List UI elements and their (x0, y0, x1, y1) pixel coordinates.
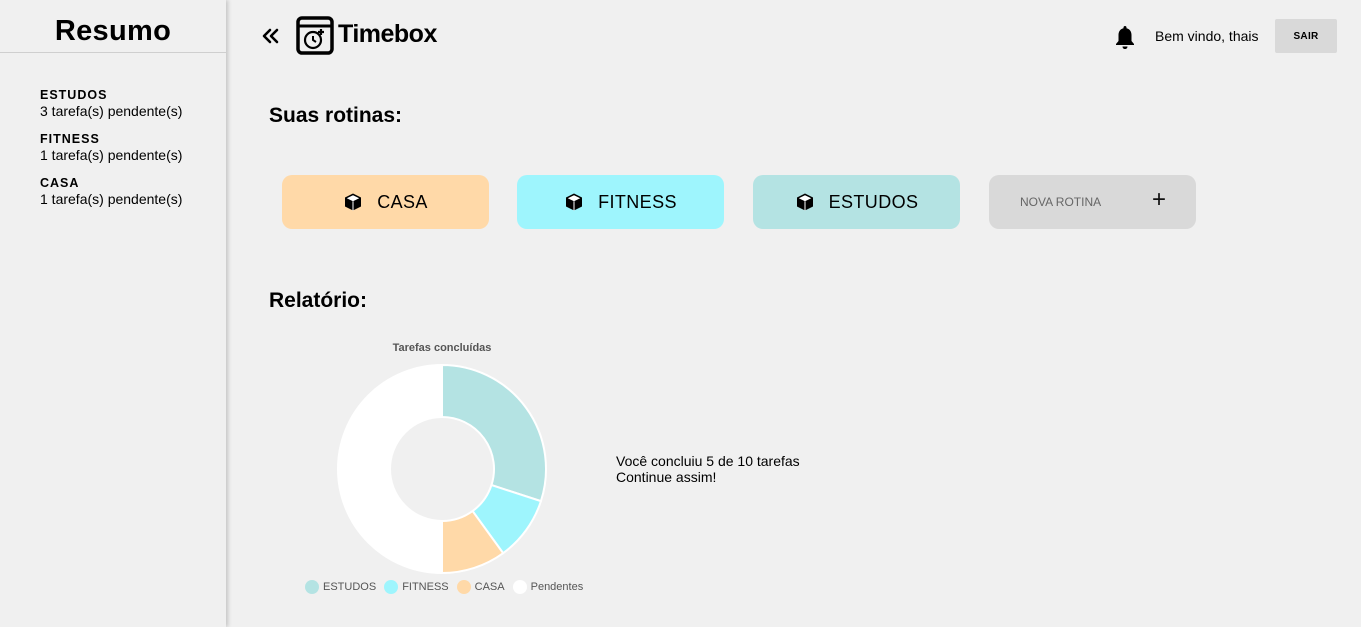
routine-card-estudos[interactable]: ESTUDOS (753, 175, 960, 229)
summary-item-count: 3 tarefa(s) pendente(s) (40, 103, 183, 119)
legend-item-fitness: FITNESS (384, 580, 449, 594)
legend-swatch (305, 580, 319, 594)
legend-label: ESTUDOS (323, 581, 377, 593)
sidebar-title: Resumo (0, 0, 226, 53)
legend-item-pendentes: Pendentes (512, 580, 584, 594)
summary-item-count: 1 tarefa(s) pendente(s) (40, 191, 183, 207)
plus-icon: + (1152, 186, 1167, 213)
collapse-sidebar-icon[interactable] (258, 24, 282, 48)
routine-label: FITNESS (598, 191, 677, 212)
legend-item-casa: CASA (456, 580, 505, 594)
routine-card-fitness[interactable]: FITNESS (517, 175, 724, 229)
new-routine-button[interactable]: NOVA ROTINA + (989, 175, 1196, 229)
report-summary-line1: Você concluiu 5 de 10 tarefas (616, 453, 800, 469)
donut-chart (337, 363, 547, 575)
legend-swatch (456, 580, 471, 594)
summary-item-count: 1 tarefa(s) pendente(s) (40, 147, 183, 163)
routines-title: Suas rotinas: (269, 104, 403, 127)
logout-button[interactable]: SAIR (1275, 19, 1337, 53)
routine-label: CASA (377, 191, 428, 212)
top-header: Timebox Bem vindo, thais SAIR (226, 0, 1361, 72)
summary-list: ESTUDOS 3 tarefa(s) pendente(s) FITNESS … (0, 53, 226, 207)
legend-swatch (384, 580, 399, 594)
summary-item-estudos: ESTUDOS 3 tarefa(s) pendente(s) (40, 88, 226, 119)
chart-title: Tarefas concluídas (392, 342, 492, 354)
chart-legend: ESTUDOS FITNESS CASA Pendentes (305, 580, 591, 594)
summary-item-name: FITNESS (40, 132, 100, 146)
summary-item-name: CASA (40, 176, 80, 190)
cube-icon (566, 193, 583, 211)
routine-card-casa[interactable]: CASA (282, 175, 489, 229)
slice-pendentes (337, 363, 443, 575)
report-title: Relatório: (269, 289, 368, 312)
cube-icon (345, 193, 362, 211)
summary-item-fitness: FITNESS 1 tarefa(s) pendente(s) (40, 132, 226, 163)
summary-item-name: ESTUDOS (40, 88, 108, 102)
legend-label: CASA (474, 581, 505, 593)
new-routine-label: NOVA ROTINA (1020, 195, 1102, 209)
legend-item-estudos: ESTUDOS (305, 580, 376, 594)
slice-estudos (441, 363, 547, 503)
welcome-message: Bem vindo, thais (1155, 28, 1259, 44)
legend-label: Pendentes (530, 581, 584, 593)
app-name: Timebox (338, 20, 437, 48)
routine-label: ESTUDOS (828, 191, 919, 212)
legend-label: FITNESS (402, 581, 449, 593)
report-summary-line2: Continue assim! (616, 469, 717, 485)
summary-sidebar: Resumo ESTUDOS 3 tarefa(s) pendente(s) F… (0, 0, 226, 627)
report-summary: Você concluiu 5 de 10 tarefas Continue a… (616, 453, 800, 485)
legend-swatch (512, 580, 527, 594)
timebox-logo-icon (296, 16, 334, 55)
cube-icon (796, 193, 813, 211)
notification-bell-icon[interactable] (1113, 24, 1137, 50)
summary-item-casa: CASA 1 tarefa(s) pendente(s) (40, 176, 226, 207)
